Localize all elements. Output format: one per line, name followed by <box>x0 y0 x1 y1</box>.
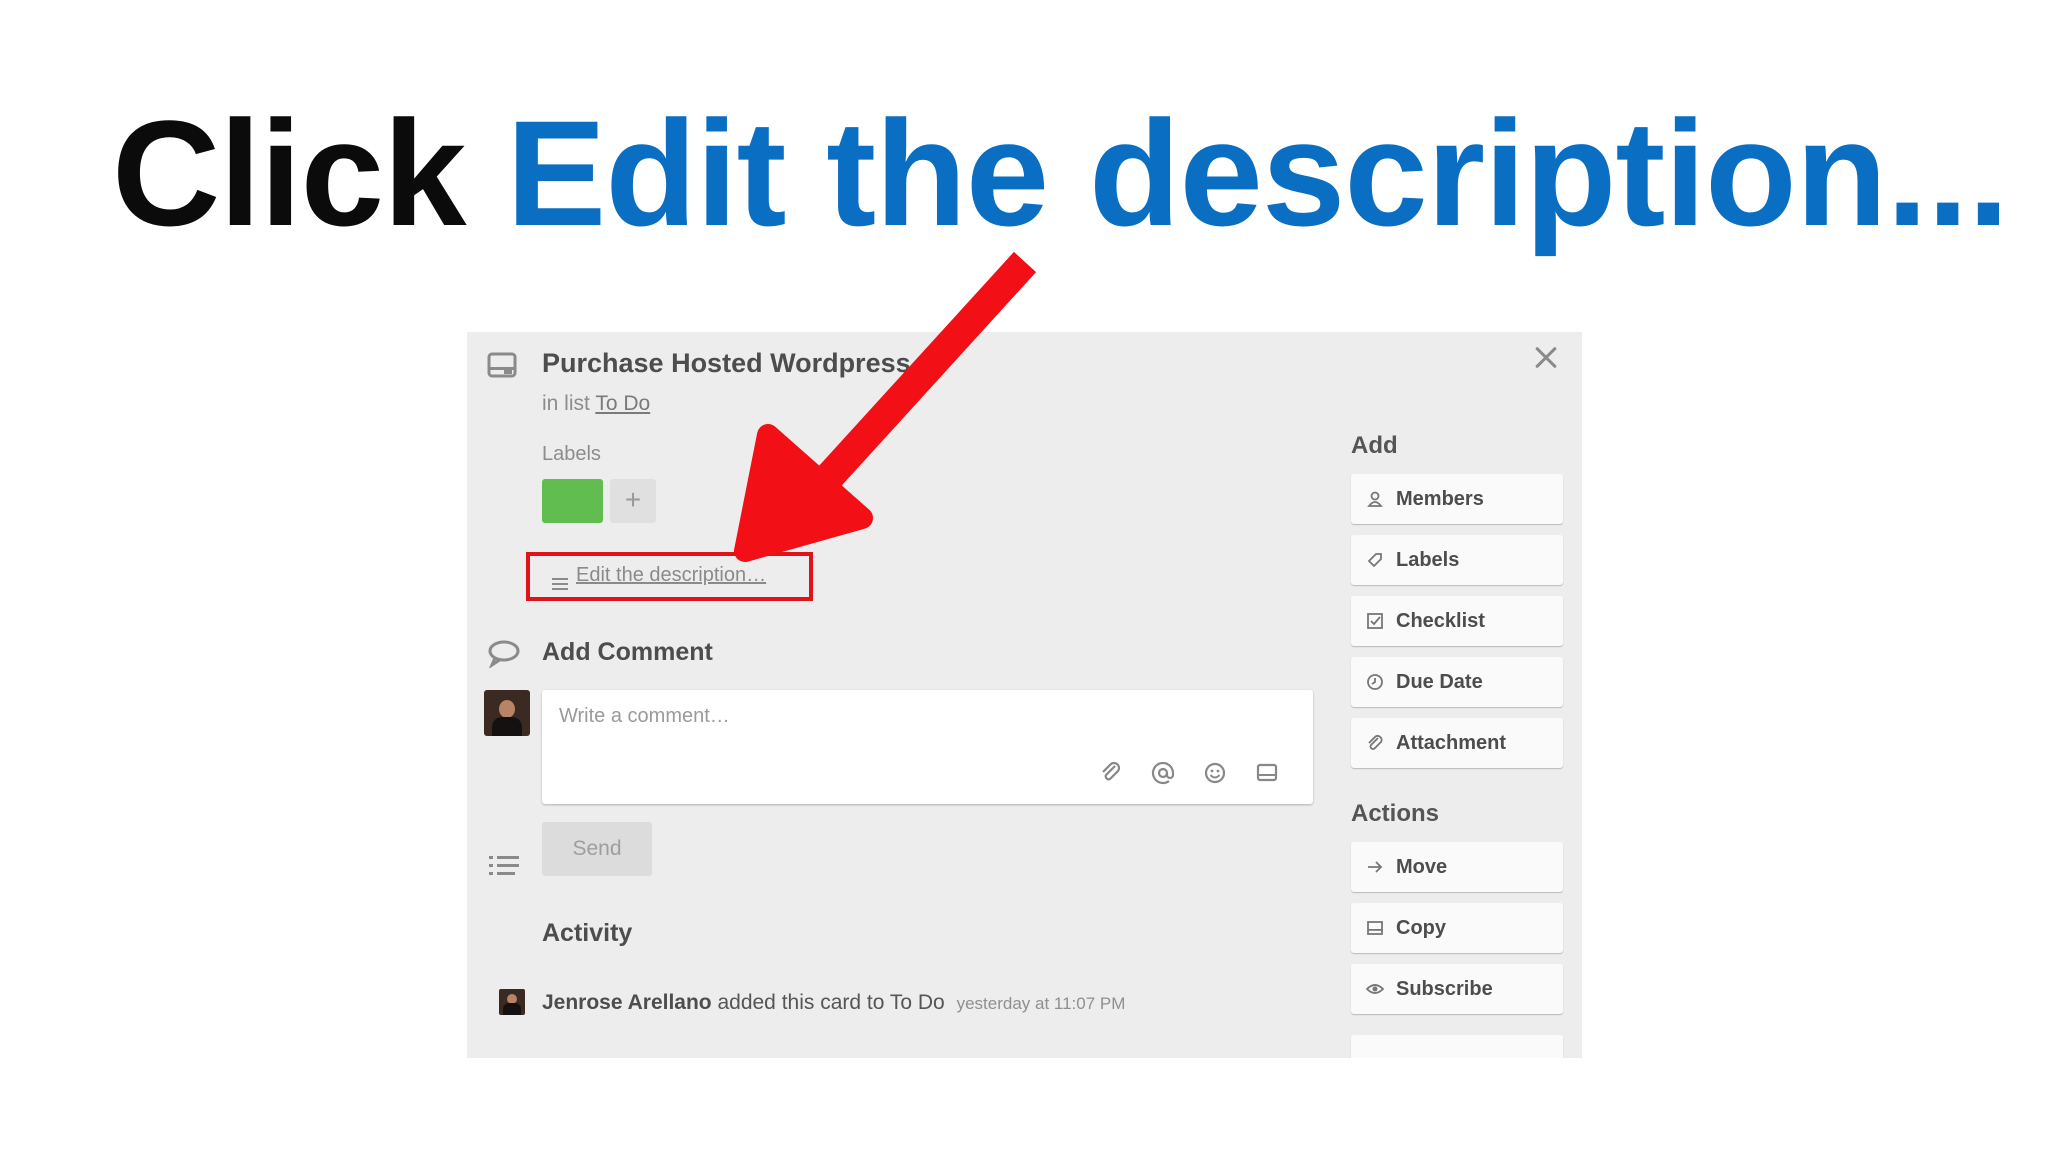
add-heading: Add <box>1351 432 1398 459</box>
comment-bubble-icon <box>488 640 520 668</box>
add-comment-title: Add Comment <box>542 638 713 666</box>
mention-icon[interactable] <box>1150 760 1176 786</box>
emoji-icon[interactable] <box>1202 760 1228 786</box>
list-link[interactable]: To Do <box>595 392 650 415</box>
instruction-headline: Click Edit the description... <box>112 88 2009 258</box>
checklist-label: Checklist <box>1396 610 1485 632</box>
archive-button-partial[interactable] <box>1351 1035 1563 1058</box>
edit-description-link[interactable]: Edit the description… <box>552 564 767 590</box>
attachment-icon[interactable] <box>1098 760 1124 786</box>
move-button[interactable]: Move <box>1351 842 1563 892</box>
edit-description-label: Edit the description… <box>576 564 767 586</box>
clock-icon <box>1367 674 1383 690</box>
move-label: Move <box>1396 856 1448 878</box>
card-title[interactable]: Purchase Hosted Wordpress <box>542 348 911 379</box>
comment-box[interactable] <box>542 690 1313 804</box>
activity-action: added this card to To Do <box>717 991 945 1014</box>
card-embed-icon[interactable] <box>1254 760 1280 786</box>
checklist-button[interactable]: Checklist <box>1351 596 1563 646</box>
members-label: Members <box>1396 488 1484 510</box>
activity-text: Jenrose Arellano added this card to To D… <box>542 991 1125 1015</box>
labels-button[interactable]: Labels <box>1351 535 1563 585</box>
avatar <box>484 690 530 736</box>
close-icon[interactable] <box>1528 340 1564 376</box>
attachment-label: Attachment <box>1396 732 1507 754</box>
activity-list-icon <box>489 856 519 875</box>
activity-title: Activity <box>542 919 633 947</box>
card-icon <box>487 352 517 378</box>
activity-avatar <box>499 989 525 1015</box>
copy-icon <box>1367 921 1383 935</box>
copy-button[interactable]: Copy <box>1351 903 1563 953</box>
add-label-button[interactable]: + <box>610 479 656 523</box>
comment-input[interactable] <box>557 704 1261 729</box>
headline-prefix: Click <box>112 89 467 257</box>
due-date-button[interactable]: Due Date <box>1351 657 1563 707</box>
card-list-info: in list To Do <box>542 392 650 416</box>
labels-label: Labels <box>1396 549 1460 571</box>
in-list-prefix: in list <box>542 392 590 415</box>
member-icon <box>1367 491 1383 507</box>
headline-highlight: Edit the description... <box>506 89 2009 257</box>
actions-heading: Actions <box>1351 800 1440 827</box>
card-detail-window: Purchase Hosted Wordpress in list To Do … <box>467 332 1582 1058</box>
subscribe-label: Subscribe <box>1396 978 1493 1000</box>
subscribe-button[interactable]: Subscribe <box>1351 964 1563 1014</box>
green-label[interactable] <box>542 479 603 523</box>
checklist-icon <box>1367 613 1383 629</box>
description-highlight-box: Edit the description… <box>526 552 813 601</box>
paperclip-icon <box>1368 735 1383 750</box>
attachment-button[interactable]: Attachment <box>1351 718 1563 768</box>
labels-heading: Labels <box>542 443 601 465</box>
members-button[interactable]: Members <box>1351 474 1563 524</box>
label-tag-icon <box>1367 553 1382 568</box>
eye-icon <box>1366 984 1384 994</box>
send-button[interactable]: Send <box>542 822 652 876</box>
activity-user[interactable]: Jenrose Arellano <box>542 991 712 1014</box>
activity-time[interactable]: yesterday at 11:07 PM <box>957 994 1126 1013</box>
arrow-right-icon <box>1368 861 1383 873</box>
due-date-label: Due Date <box>1396 671 1483 693</box>
copy-label: Copy <box>1396 917 1446 939</box>
description-lines-icon <box>552 578 568 590</box>
